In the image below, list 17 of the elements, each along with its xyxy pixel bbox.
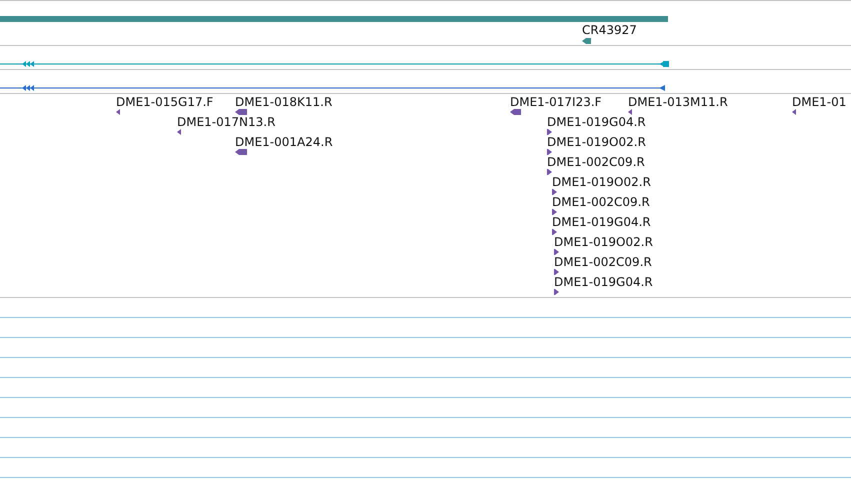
feature-label: DME1-019O02.R xyxy=(554,235,653,249)
feature-label: DME1-017I23.F xyxy=(510,95,602,109)
feature-label: DME1-019O02.R xyxy=(552,175,651,189)
feature-label: DME1-01 xyxy=(792,95,846,109)
feature-label: DME1-019G04.R xyxy=(554,275,653,289)
feature-label: DME1-015G17.F xyxy=(116,95,214,109)
feature-label: DME1-001A24.R xyxy=(235,135,333,149)
feature-label: DME1-002C09.R xyxy=(552,195,650,209)
feature-label: DME1-013M11.R xyxy=(628,95,728,109)
feature-label: DME1-019G04.R xyxy=(547,115,646,129)
feature-label: DME1-002C09.R xyxy=(547,155,645,169)
feature-label: DME1-019O02.R xyxy=(547,135,646,149)
gene-label: CR43927 xyxy=(582,22,637,38)
feature-label: DME1-017N13.R xyxy=(177,115,276,129)
feature-label: DME1-002C09.R xyxy=(554,255,652,269)
feature-label: DME1-019G04.R xyxy=(552,215,651,229)
feature-label: DME1-018K11.R xyxy=(235,95,332,109)
